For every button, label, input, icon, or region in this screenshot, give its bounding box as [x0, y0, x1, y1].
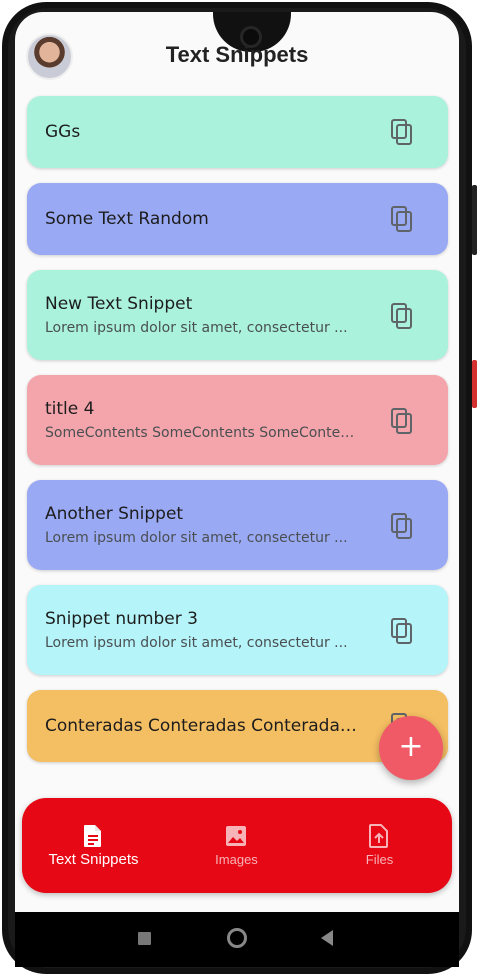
copy-icon[interactable] [390, 302, 414, 330]
add-snippet-button[interactable]: + [379, 716, 443, 780]
copy-icon[interactable] [390, 118, 414, 146]
nav-item-files[interactable]: Files [308, 798, 451, 893]
file-upload-icon [368, 824, 390, 848]
page-title: Text Snippets [165, 42, 309, 67]
phone-frame: Text Snippets GGs Some Text Random New T… [0, 0, 477, 978]
snippet-card[interactable]: New Text Snippet Lorem ipsum dolor sit a… [27, 270, 448, 360]
snippet-card[interactable]: GGs [27, 96, 448, 168]
snippet-preview: Lorem ipsum dolor sit amet, consectetur … [45, 320, 348, 336]
nav-item-images[interactable]: Images [165, 798, 308, 893]
snippet-title: GGs [45, 122, 81, 142]
document-icon [82, 824, 104, 848]
copy-icon[interactable] [390, 407, 414, 435]
copy-icon[interactable] [390, 512, 414, 540]
snippet-title: Some Text Random [45, 209, 209, 229]
app-bar: Text Snippets [15, 28, 459, 84]
nav-label: Text Snippets [48, 851, 139, 868]
system-navigation-bar [15, 912, 459, 967]
image-icon [225, 824, 247, 848]
snippet-title: Conteradas Conteradas Conteradas ... [45, 716, 365, 736]
snippet-title: New Text Snippet [45, 294, 193, 314]
nav-label: Files [365, 852, 394, 867]
home-button[interactable] [227, 928, 247, 948]
snippet-title: Snippet number 3 [45, 609, 198, 629]
snippet-title: title 4 [45, 399, 95, 419]
volume-button [472, 185, 477, 255]
snippet-card[interactable]: Another Snippet Lorem ipsum dolor sit am… [27, 480, 448, 570]
snippet-preview: Lorem ipsum dolor sit amet, consectetur … [45, 635, 348, 651]
snippet-card[interactable]: title 4 SomeContents SomeContents SomeCo… [27, 375, 448, 465]
nav-item-text-snippets[interactable]: Text Snippets [22, 798, 165, 893]
power-button [472, 360, 477, 408]
copy-icon[interactable] [390, 617, 414, 645]
back-button[interactable] [321, 930, 333, 946]
copy-icon[interactable] [390, 205, 414, 233]
snippet-card[interactable]: Some Text Random [27, 183, 448, 255]
bottom-navigation: Text Snippets Images Files [22, 798, 452, 893]
nav-label: Images [215, 852, 258, 867]
app-screen: Text Snippets GGs Some Text Random New T… [15, 12, 459, 912]
snippet-title: Another Snippet [45, 504, 184, 524]
snippet-preview: SomeContents SomeContents SomeContent... [45, 425, 355, 441]
recents-button[interactable] [138, 932, 151, 945]
snippet-card[interactable]: Snippet number 3 Lorem ipsum dolor sit a… [27, 585, 448, 675]
snippet-preview: Lorem ipsum dolor sit amet, consectetur … [45, 530, 348, 546]
